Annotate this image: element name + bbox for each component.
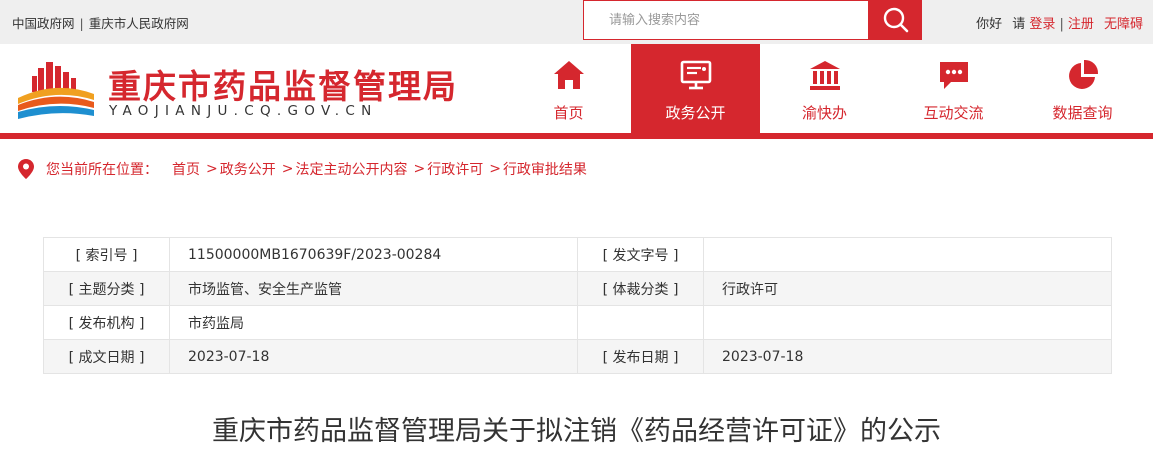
search-input[interactable] <box>584 1 868 39</box>
greeting: 你好 <box>976 17 1003 32</box>
accessibility-link[interactable]: 无障碍 <box>1104 17 1143 32</box>
header-divider <box>0 133 1153 139</box>
index-no-value: 11500000MB1670639F/2023-00284 <box>169 237 578 272</box>
breadcrumb-separator: > <box>281 161 294 177</box>
monitor-icon <box>680 60 711 90</box>
index-no-label: [ 索引号 ] <box>43 237 170 272</box>
site-domain: YAOJIANJU.CQ.GOV.CN <box>109 103 378 119</box>
empty-cell <box>703 305 1112 340</box>
breadcrumb-item-gov-affairs[interactable]: 政务公开 <box>220 159 276 179</box>
search-box <box>583 0 869 40</box>
breadcrumb-item-approval-result[interactable]: 行政审批结果 <box>503 159 587 179</box>
user-area: 你好 请 登录 | 注册 无障碍 <box>976 13 1143 32</box>
topic-value: 市场监管、安全生产监管 <box>169 271 578 306</box>
breadcrumb: 您当前所在位置： 首页 > 政务公开 > 法定主动公开内容 > 行政许可 > 行… <box>18 159 587 179</box>
nav-label: 互动交流 <box>923 104 984 122</box>
empty-cell <box>577 305 704 340</box>
search-icon <box>883 7 908 33</box>
table-row: [ 主题分类 ] 市场监管、安全生产监管 [ 体裁分类 ] 行政许可 <box>43 271 1112 306</box>
genre-label: [ 体裁分类 ] <box>577 271 704 306</box>
emblem-logo-icon[interactable] <box>16 58 96 122</box>
separator: | <box>79 16 84 31</box>
topic-label: [ 主题分类 ] <box>43 271 170 306</box>
doc-no-value <box>703 237 1112 272</box>
nav-item-gov-affairs[interactable]: 政务公开 <box>631 44 760 133</box>
breadcrumb-item-statutory[interactable]: 法定主动公开内容 <box>295 159 407 179</box>
breadcrumb-lead: 您当前所在位置： <box>46 162 158 178</box>
search-button[interactable] <box>869 0 922 40</box>
created-date-label: [ 成文日期 ] <box>43 339 170 374</box>
location-pin-icon <box>18 159 34 179</box>
issuer-label: [ 发布机构 ] <box>43 305 170 340</box>
created-date-value: 2023-07-18 <box>169 339 578 374</box>
please-text: 请 <box>1012 17 1026 32</box>
nav-item-yukuaiban[interactable]: 渝快办 <box>760 44 889 133</box>
separator: | <box>1059 17 1064 32</box>
breadcrumb-separator: > <box>206 161 218 177</box>
chat-icon <box>939 62 968 89</box>
table-row: [ 索引号 ] 11500000MB1670639F/2023-00284 [ … <box>43 237 1112 272</box>
published-date-value: 2023-07-18 <box>703 339 1112 374</box>
nav-label: 政务公开 <box>665 104 726 122</box>
pie-chart-icon <box>1068 59 1098 89</box>
breadcrumb-item-admin-license[interactable]: 行政许可 <box>427 159 483 179</box>
bank-icon <box>809 61 840 90</box>
home-icon <box>553 61 584 89</box>
document-info-table: [ 索引号 ] 11500000MB1670639F/2023-00284 [ … <box>43 237 1112 374</box>
register-link[interactable]: 注册 <box>1068 17 1094 32</box>
nav-label: 首页 <box>553 104 584 122</box>
breadcrumb-separator: > <box>489 161 501 177</box>
table-row: [ 成文日期 ] 2023-07-18 [ 发布日期 ] 2023-07-18 <box>43 339 1112 374</box>
nav-item-interaction[interactable]: 互动交流 <box>889 44 1018 133</box>
nav-label: 数据查询 <box>1052 104 1113 122</box>
nav-item-home[interactable]: 首页 <box>504 44 633 133</box>
breadcrumb-separator: > <box>413 161 426 177</box>
article-title: 重庆市药品监督管理局关于拟注销《药品经营许可证》的公示 <box>212 416 941 447</box>
published-date-label: [ 发布日期 ] <box>577 339 704 374</box>
nav-label: 渝快办 <box>801 104 847 122</box>
login-link[interactable]: 登录 <box>1029 17 1055 32</box>
top-links: 中国政府网 | 重庆市人民政府网 <box>12 13 189 32</box>
breadcrumb-item-home[interactable]: 首页 <box>172 159 200 179</box>
site-title[interactable]: 重庆市药品监督管理局 <box>108 60 458 108</box>
genre-value: 行政许可 <box>703 271 1112 306</box>
doc-no-label: [ 发文字号 ] <box>577 237 704 272</box>
issuer-value: 市药监局 <box>169 305 578 340</box>
link-chongqing-gov[interactable]: 重庆市人民政府网 <box>89 16 189 31</box>
nav-item-data-query[interactable]: 数据查询 <box>1018 44 1147 133</box>
link-china-gov[interactable]: 中国政府网 <box>12 16 75 31</box>
table-row: [ 发布机构 ] 市药监局 <box>43 305 1112 340</box>
